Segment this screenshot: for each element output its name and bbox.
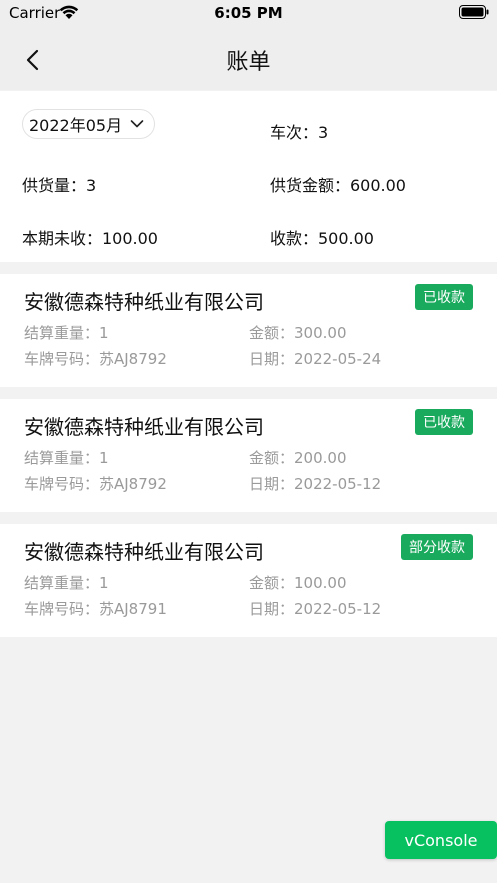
summary-panel: 2022年05月 车次：3 供货量：3 供货金额：600.00 本期未收：100…	[0, 91, 497, 262]
status-time: 6:05 PM	[214, 4, 283, 22]
bill-amount: 金额：300.00	[249, 324, 347, 342]
received-amount: 收款：500.00	[270, 229, 374, 248]
bill-card[interactable]: 安徽德森特种纸业有限公司 部分收款 结算重量：1 金额：100.00 车牌号码：…	[0, 524, 497, 637]
status-bar: Carrier 6:05 PM	[0, 0, 497, 26]
status-badge: 部分收款	[401, 534, 473, 560]
settlement-weight: 结算重量：1	[24, 324, 109, 342]
vconsole-button[interactable]: vConsole	[385, 821, 497, 859]
plate-number: 车牌号码：苏AJ8792	[24, 475, 167, 493]
bill-date: 日期：2022-05-12	[249, 475, 382, 493]
month-label: 2022年05月	[29, 116, 123, 135]
battery-icon	[459, 5, 489, 19]
bill-card[interactable]: 安徽德森特种纸业有限公司 已收款 结算重量：1 金额：300.00 车牌号码：苏…	[0, 274, 497, 387]
bill-date: 日期：2022-05-12	[249, 600, 382, 618]
settlement-weight: 结算重量：1	[24, 574, 109, 592]
bill-amount: 金额：100.00	[249, 574, 347, 592]
bill-card[interactable]: 安徽德森特种纸业有限公司 已收款 结算重量：1 金额：200.00 车牌号码：苏…	[0, 399, 497, 512]
bill-amount: 金额：200.00	[249, 449, 347, 467]
chevron-down-icon	[130, 120, 144, 128]
page-title: 账单	[226, 50, 271, 75]
company-name: 安徽德森特种纸业有限公司	[24, 540, 264, 564]
plate-number: 车牌号码：苏AJ8791	[24, 600, 167, 618]
company-name: 安徽德森特种纸业有限公司	[24, 290, 264, 314]
unpaid-amount: 本期未收：100.00	[22, 229, 158, 248]
status-badge: 已收款	[415, 409, 473, 435]
nav-bar: 账单	[0, 26, 497, 90]
supply-amount: 供货金额：600.00	[270, 176, 406, 195]
trips-count: 车次：3	[270, 123, 329, 142]
settlement-weight: 结算重量：1	[24, 449, 109, 467]
company-name: 安徽德森特种纸业有限公司	[24, 415, 264, 439]
month-picker[interactable]: 2022年05月	[22, 109, 155, 139]
plate-number: 车牌号码：苏AJ8792	[24, 350, 167, 368]
supply-quantity: 供货量：3	[22, 176, 97, 195]
status-badge: 已收款	[415, 284, 473, 310]
bill-date: 日期：2022-05-24	[249, 350, 382, 368]
